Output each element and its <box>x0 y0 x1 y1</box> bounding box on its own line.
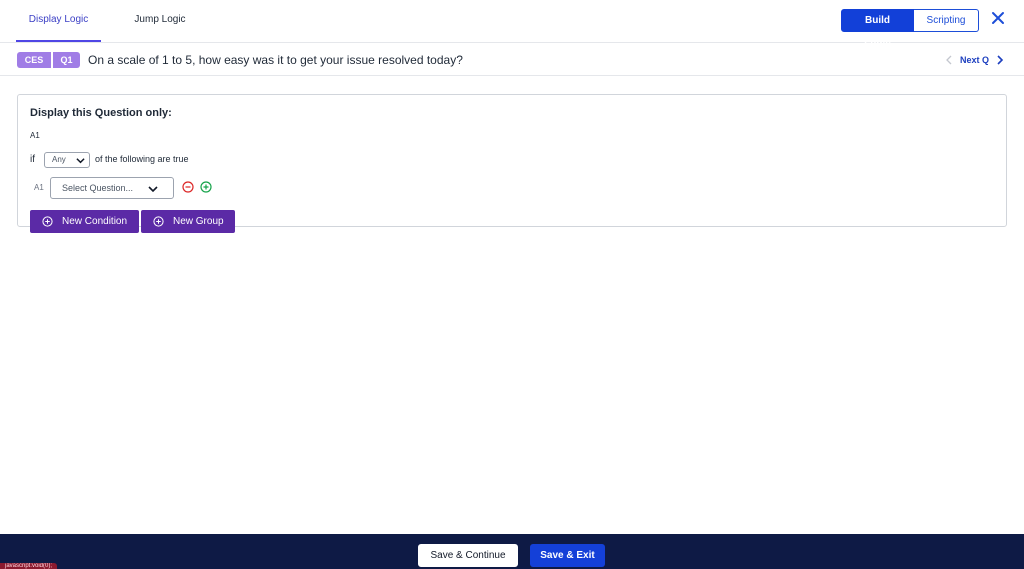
match-type-value: Any <box>52 155 66 164</box>
question-number-badge: Q1 <box>53 52 80 68</box>
save-continue-button[interactable]: Save & Continue <box>418 544 518 567</box>
display-logic-panel: Display this Question only: A1 if Any of… <box>17 94 1007 233</box>
plus-circle-icon <box>153 216 164 227</box>
new-condition-button[interactable]: New Condition <box>30 210 139 233</box>
new-group-label: New Group <box>173 216 224 227</box>
next-question-link[interactable]: Next Q <box>960 53 989 67</box>
scripting-button[interactable]: Scripting <box>914 9 979 32</box>
chevron-down-icon <box>148 186 158 193</box>
question-select-placeholder: Select Question... <box>62 183 134 193</box>
new-condition-label: New Condition <box>62 216 128 227</box>
chevron-left-icon[interactable] <box>944 55 954 65</box>
new-group-button[interactable]: New Group <box>141 210 235 233</box>
condition-id-label: A1 <box>34 183 44 192</box>
match-type-select[interactable]: Any <box>44 152 90 168</box>
top-bar: Display Logic Jump Logic Build Logic Scr… <box>0 0 1024 47</box>
question-select[interactable]: Select Question... <box>50 177 174 199</box>
following-label: of the following are true <box>95 154 189 164</box>
question-bar: CES Q1 On a scale of 1 to 5, how easy wa… <box>0 44 1024 76</box>
status-bar-link-preview: javascript:void(0); <box>0 563 58 569</box>
close-icon[interactable] <box>990 10 1006 26</box>
chevron-right-icon[interactable] <box>995 55 1005 65</box>
tab-display-logic[interactable]: Display Logic <box>16 0 101 42</box>
question-type-badge: CES <box>17 52 51 68</box>
panel-title: Display this Question only: <box>30 107 172 119</box>
remove-condition-icon[interactable] <box>182 181 194 193</box>
add-condition-icon[interactable] <box>200 181 212 193</box>
question-text: On a scale of 1 to 5, how easy was it to… <box>88 53 463 67</box>
group-id-label: A1 <box>30 131 40 140</box>
chevron-down-icon <box>76 158 85 164</box>
tab-jump-logic[interactable]: Jump Logic <box>120 0 200 42</box>
save-exit-button[interactable]: Save & Exit <box>530 544 605 567</box>
mode-toggle: Build Logic Scripting <box>841 9 979 47</box>
footer-bar: Save & Continue Save & Exit <box>0 534 1024 569</box>
build-logic-button[interactable]: Build Logic <box>841 9 914 47</box>
if-label: if <box>30 154 35 165</box>
plus-circle-icon <box>42 216 53 227</box>
